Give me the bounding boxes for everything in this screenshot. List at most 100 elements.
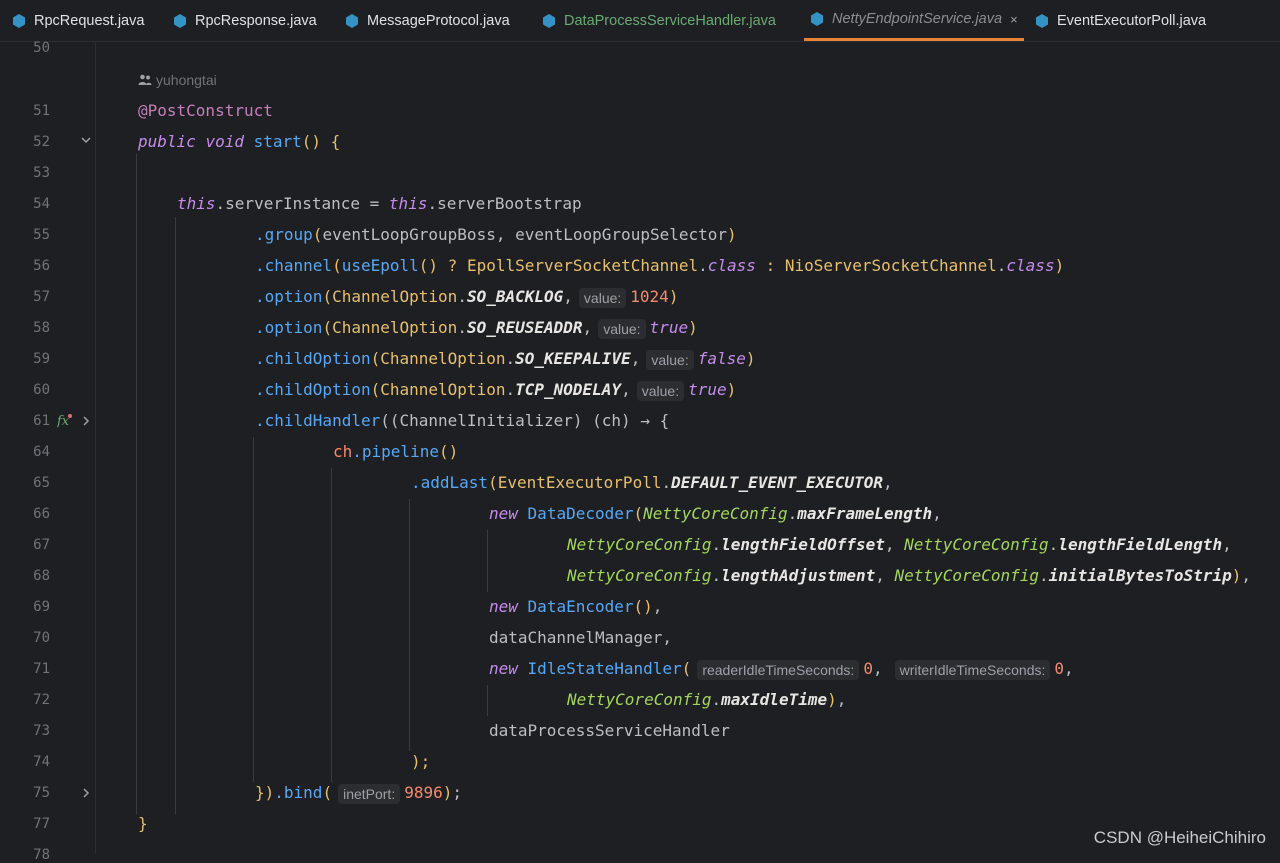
method-call: .channel: [255, 256, 333, 275]
method-call: .bind: [274, 783, 323, 802]
keyword: public: [138, 132, 196, 151]
java-class-icon: [1035, 13, 1049, 28]
class-name: DataDecoder: [527, 504, 634, 523]
class-name: NettyCoreConfig: [643, 504, 788, 523]
parameter-hint: inetPort:: [338, 783, 401, 804]
code-line-60: .childOption(ChannelOption.TCP_NODELAY, v…: [255, 380, 737, 401]
parameter-hint: readerIdleTimeSeconds:: [697, 659, 860, 680]
line-number: 67: [33, 537, 50, 553]
method-call: .addLast: [411, 473, 489, 492]
keyword: this: [177, 194, 216, 213]
code-text: :: [755, 256, 785, 275]
constant: TCP_NODELAY: [515, 380, 622, 399]
code-text: eventLoopGroupBoss, eventLoopGroupSelect…: [322, 225, 728, 244]
code-line-77: }: [138, 808, 148, 839]
line-number: 77: [33, 816, 50, 832]
fold-chevron-right-icon[interactable]: [80, 787, 92, 803]
annotation: @PostConstruct: [138, 101, 273, 120]
fold-chevron-right-icon[interactable]: [80, 415, 92, 431]
line-number: 50: [33, 40, 50, 56]
field: lengthAdjustment: [721, 566, 876, 585]
class-name: NettyCoreConfig: [567, 566, 712, 585]
field: maxFrameLength: [797, 504, 933, 523]
line-number: 75: [33, 785, 50, 801]
line-number: 68: [33, 568, 50, 584]
line-number: 59: [33, 351, 50, 367]
java-class-icon: [542, 13, 556, 28]
keyword: void: [205, 132, 244, 151]
boolean-literal: false: [697, 349, 746, 368]
code-line-68: NettyCoreConfig.lengthAdjustment, NettyC…: [567, 566, 1251, 585]
class-name: ChannelOption: [380, 380, 506, 399]
line-number: 74: [33, 754, 50, 770]
code-editor[interactable]: 50 51 52 53 54 55 56 57 58 59 60 61 64 6…: [0, 40, 1280, 863]
constant: DEFAULT_EVENT_EXECUTOR: [671, 473, 884, 492]
method-call: .option: [255, 287, 323, 306]
java-class-icon: [345, 13, 359, 28]
method-call: useEpoll: [341, 256, 419, 275]
tab-rpcrequest[interactable]: RpcRequest.java: [12, 0, 144, 41]
code-line-71: new IdleStateHandler(readerIdleTimeSecon…: [489, 659, 1074, 680]
code-line-56: .channel(useEpoll() ? EpollServerSocketC…: [255, 256, 1065, 275]
method-call: .childHandler: [255, 411, 381, 430]
class-name: NettyCoreConfig: [904, 535, 1049, 554]
line-number: 69: [33, 599, 50, 615]
line-number: 65: [33, 475, 50, 491]
number-literal: 1024: [630, 287, 669, 306]
code-text: ((ChannelInitializer) (ch) → {: [380, 411, 670, 430]
code-line-75: }).bind(inetPort: 9896);: [255, 783, 463, 804]
method-call: .group: [255, 225, 313, 244]
java-class-icon: [12, 13, 26, 28]
tab-eventexecutorpoll[interactable]: EventExecutorPoll.java: [1035, 0, 1206, 41]
number-literal: 0: [863, 659, 873, 678]
class-name: NioServerSocketChannel: [784, 256, 997, 275]
code-text: dataProcessServiceHandler: [489, 721, 730, 740]
class-name: NettyCoreConfig: [567, 690, 712, 709]
keyword: new: [489, 659, 518, 678]
class-name: ChannelOption: [332, 287, 458, 306]
svg-text:fx: fx: [57, 414, 70, 428]
line-number: 71: [33, 661, 50, 677]
line-number: 73: [33, 723, 50, 739]
vertical-scrollbar[interactable]: [1274, 42, 1280, 854]
code-line-58: .option(ChannelOption.SO_REUSEADDR, value…: [255, 318, 698, 339]
keyword: class: [1006, 256, 1055, 275]
code-text: .serverInstance =: [215, 194, 389, 213]
method-call: .pipeline: [352, 442, 439, 461]
close-tab-icon[interactable]: ×: [1010, 12, 1018, 27]
gutter-divider: [95, 42, 96, 854]
tab-label: RpcResponse.java: [195, 12, 317, 29]
code-line-64: ch.pipeline(): [333, 442, 459, 461]
boolean-literal: true: [649, 318, 689, 337]
line-number: 78: [33, 847, 50, 863]
indent-guide: [175, 217, 176, 814]
code-line-65: .addLast(EventExecutorPoll.DEFAULT_EVENT…: [411, 473, 893, 492]
line-number: 61: [33, 413, 50, 429]
line-number: 72: [33, 692, 50, 708]
author-hint[interactable]: yuhongtai: [138, 72, 217, 88]
indent-guide: [487, 685, 488, 716]
field: initialBytesToStrip: [1048, 566, 1232, 585]
indent-guide: [409, 499, 410, 751]
indent-guide: [136, 154, 137, 814]
line-number: 52: [33, 134, 50, 150]
tab-rpcresponse[interactable]: RpcResponse.java: [173, 0, 317, 41]
fold-chevron-down-icon[interactable]: [80, 134, 92, 150]
parameter: ch: [333, 442, 353, 461]
class-name: DataEncoder: [527, 597, 634, 616]
code-line-52: public void start() {: [138, 126, 340, 157]
line-number: 66: [33, 506, 50, 522]
line-number: 55: [33, 227, 50, 243]
author-name: yuhongtai: [156, 72, 217, 88]
watermark: CSDN @HeiheiChihiro: [1093, 828, 1266, 847]
lambda-icon[interactable]: fx: [56, 412, 73, 432]
keyword: this: [388, 194, 428, 213]
tab-nettyendpointservice[interactable]: NettyEndpointService.java ×: [804, 0, 1024, 41]
field: maxIdleTime: [721, 690, 828, 709]
field: lengthFieldLength: [1058, 535, 1223, 554]
tab-messageprotocol[interactable]: MessageProtocol.java: [345, 0, 510, 41]
line-number: 70: [33, 630, 50, 646]
tab-dataprocessservicehandler[interactable]: DataProcessServiceHandler.java: [542, 0, 776, 41]
class-name: NettyCoreConfig: [894, 566, 1040, 585]
line-number: 56: [33, 258, 50, 274]
